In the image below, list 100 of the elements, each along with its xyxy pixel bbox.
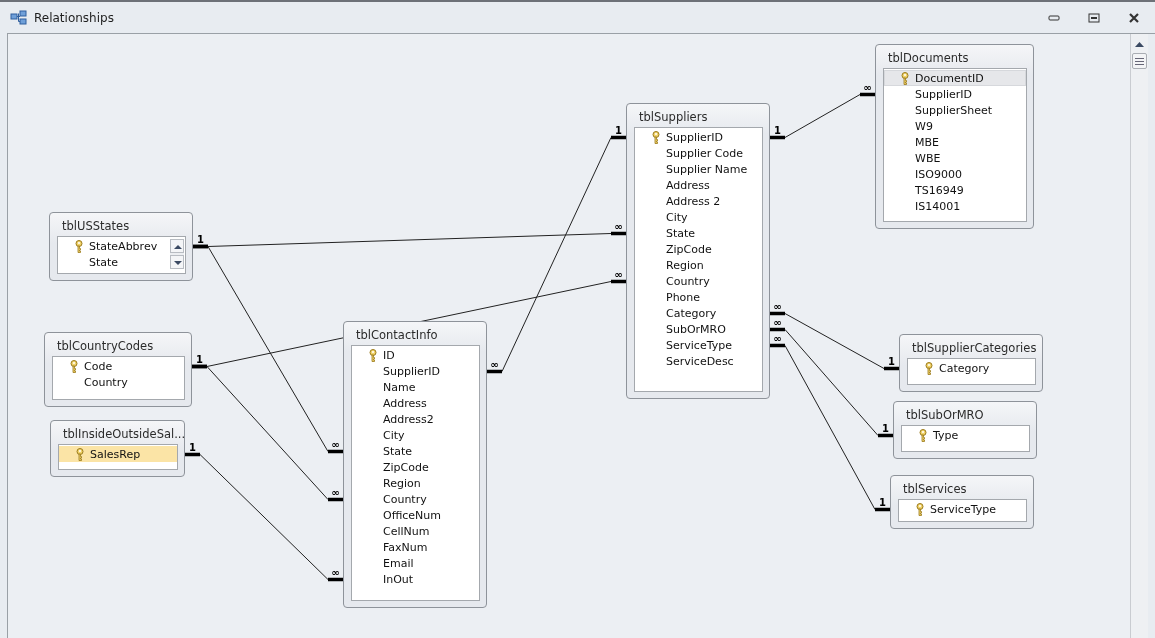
field-row[interactable]: Supplier Code	[635, 145, 762, 161]
table-box[interactable]: tblSupplierCategories Category	[899, 334, 1043, 392]
field-row[interactable]: State	[352, 443, 479, 459]
field-name: Address2	[383, 412, 434, 426]
field-row[interactable]: Address 2	[635, 193, 762, 209]
cardinality-label: ∞	[614, 220, 623, 232]
field-row[interactable]: OfficeNum	[352, 507, 479, 523]
field-row[interactable]: ISO9000	[884, 166, 1026, 182]
field-row[interactable]: IS14001	[884, 198, 1026, 214]
cardinality-label: ∞	[331, 566, 340, 578]
field-row[interactable]: MBE	[884, 134, 1026, 150]
field-row[interactable]: Address	[352, 395, 479, 411]
field-row[interactable]: City	[635, 209, 762, 225]
field-row[interactable]: InOut	[352, 571, 479, 587]
field-name: SupplierID	[383, 364, 441, 378]
field-row[interactable]: SubOrMRO	[635, 321, 762, 337]
field-name: ISO9000	[915, 167, 962, 181]
table-box[interactable]: tblSubOrMRO Type	[893, 401, 1037, 459]
field-row[interactable]: ServiceDesc	[635, 353, 762, 369]
table-box[interactable]: tblUSStates StateAbbrev State	[49, 212, 193, 281]
field-row[interactable]: FaxNum	[352, 539, 479, 555]
field-row[interactable]: ZipCode	[635, 241, 762, 257]
field-name: SupplierID	[666, 130, 724, 144]
field-row[interactable]: Phone	[635, 289, 762, 305]
vertical-scrollbar[interactable]	[1130, 34, 1148, 638]
field-row[interactable]: Country	[352, 491, 479, 507]
field-row[interactable]: State	[635, 225, 762, 241]
field-row[interactable]: SupplierID	[884, 86, 1026, 102]
field-name: Country	[383, 492, 427, 506]
cardinality-label: ∞	[490, 358, 499, 370]
cardinality-label: ∞	[773, 332, 782, 344]
table-box[interactable]: tblServices ServiceType	[890, 475, 1034, 529]
field-row[interactable]: TS16949	[884, 182, 1026, 198]
field-row[interactable]: City	[352, 427, 479, 443]
cardinality-label: 1	[774, 124, 781, 136]
field-row[interactable]: ZipCode	[352, 459, 479, 475]
table-box[interactable]: tblSuppliers SupplierID Supplier Code Supplier Name Address Address 2 City State ZipCode Region Country Phone Category SubOrMRO ServiceType ServiceDesc	[626, 103, 770, 399]
field-row[interactable]: Address2	[352, 411, 479, 427]
field-row[interactable]: SalesRep	[59, 446, 177, 462]
field-row[interactable]: SupplierID	[352, 363, 479, 379]
table-name: tblUSStates	[61, 218, 130, 235]
field-row[interactable]: Code	[53, 358, 184, 374]
scroll-down-icon[interactable]	[170, 255, 184, 269]
field-name: ServiceType	[930, 502, 996, 516]
cardinality-label: ∞	[331, 438, 340, 450]
field-row[interactable]: ServiceType	[899, 501, 1026, 517]
field-name: Address 2	[666, 194, 721, 208]
field-row[interactable]: SupplierSheet	[884, 102, 1026, 118]
field-row[interactable]: Type	[902, 427, 1029, 443]
field-row[interactable]: State	[58, 254, 168, 270]
scroll-up-icon[interactable]	[170, 239, 184, 253]
field-name: Country	[84, 375, 128, 389]
field-row[interactable]: Name	[352, 379, 479, 395]
field-row[interactable]: CellNum	[352, 523, 479, 539]
relationship-line[interactable]	[770, 92, 875, 140]
field-row[interactable]: Address	[635, 177, 762, 193]
relationship-line[interactable]	[770, 311, 899, 371]
table-box[interactable]: tblCountryCodes Code Country	[44, 332, 192, 407]
field-row[interactable]: Category	[635, 305, 762, 321]
field-row[interactable]: SupplierID	[635, 129, 762, 145]
field-row[interactable]: Region	[635, 257, 762, 273]
cardinality-label: 1	[615, 124, 622, 136]
field-name: ServiceType	[666, 338, 732, 352]
field-name: Category	[666, 306, 717, 320]
field-name: SubOrMRO	[666, 322, 726, 336]
field-name: ZipCode	[383, 460, 429, 474]
relationship-line[interactable]	[770, 327, 893, 438]
cardinality-label: ∞	[773, 300, 782, 312]
scroll-thumb[interactable]	[1132, 53, 1147, 69]
table-box[interactable]: tblDocuments DocumentID SupplierID SupplierSheet W9 MBE WBE ISO9000 TS16949 IS14001	[875, 44, 1034, 229]
field-name: ID	[383, 348, 395, 362]
table-box[interactable]: tblInsideOutsideSal... SalesRep	[50, 420, 185, 477]
field-row[interactable]: Region	[352, 475, 479, 491]
table-name: tblSupplierCategories	[911, 340, 1037, 357]
table-box[interactable]: tblContactInfo ID SupplierID Name Address Address2 City State ZipCode Region Country OfficeNum CellNum FaxNum Email InOut	[343, 321, 487, 608]
cardinality-label: ∞	[331, 486, 340, 498]
field-name: Supplier Name	[666, 162, 748, 176]
field-name: W9	[915, 119, 933, 133]
field-row[interactable]: WBE	[884, 150, 1026, 166]
field-row[interactable]: Category	[908, 360, 1035, 376]
field-name: SupplierSheet	[915, 103, 993, 117]
field-row[interactable]: StateAbbrev	[58, 238, 168, 254]
field-name: Category	[939, 361, 990, 375]
cardinality-label: 1	[879, 496, 886, 508]
field-row[interactable]: ID	[352, 347, 479, 363]
field-row[interactable]: DocumentID	[884, 70, 1026, 86]
cardinality-label: ∞	[614, 268, 623, 280]
field-row[interactable]: W9	[884, 118, 1026, 134]
field-row[interactable]: Supplier Name	[635, 161, 762, 177]
cardinality-label: ∞	[863, 81, 872, 93]
field-row[interactable]: Country	[53, 374, 184, 390]
field-row[interactable]: Country	[635, 273, 762, 289]
field-name: Email	[383, 556, 414, 570]
field-name: Region	[383, 476, 421, 490]
list-scrollbar[interactable]	[170, 239, 184, 269]
field-row[interactable]: Email	[352, 555, 479, 571]
field-name: State	[383, 444, 413, 458]
field-row[interactable]: ServiceType	[635, 337, 762, 353]
cardinality-label: 1	[882, 422, 889, 434]
field-name: CellNum	[383, 524, 430, 538]
